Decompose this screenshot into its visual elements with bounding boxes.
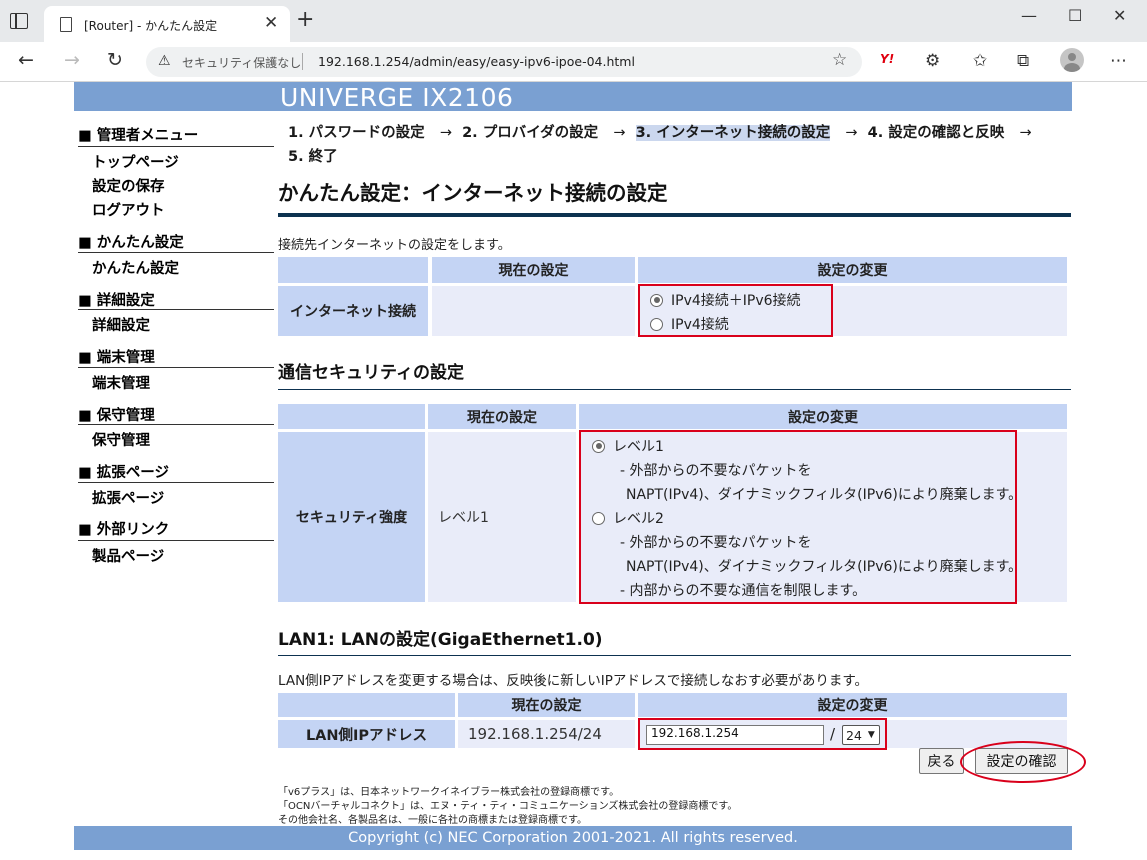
sidebar-item-product-page[interactable]: 製品ページ <box>92 545 164 566</box>
title-rule <box>278 213 1071 217</box>
back-button[interactable]: 戻る <box>919 748 964 774</box>
refresh-icon[interactable]: ↻ <box>107 49 123 71</box>
highlight-box <box>638 718 887 750</box>
page-title: かんたん設定：インターネット接続の設定 <box>278 181 668 205</box>
steps-breadcrumb: 1. パスワードの設定 → 2. プロバイダの設定 → 3. インターネット接続… <box>288 121 1032 142</box>
steps-breadcrumb-line2: 5. 終了 <box>288 145 338 166</box>
forward-arrow-icon: → <box>64 49 80 71</box>
divider <box>78 252 274 253</box>
step-provider: 2. プロバイダの設定 <box>462 125 599 141</box>
security-strength-label: セキュリティ強度 <box>278 432 425 602</box>
sidebar-item-top-page[interactable]: トップページ <box>92 151 179 172</box>
divider <box>78 540 274 541</box>
browser-tab-bar: [Router] - かんたん設定 ✕ + — ☐ ✕ <box>0 0 1147 42</box>
yahoo-extension-icon[interactable]: Y! <box>880 52 894 66</box>
security-current-value: レベル1 <box>428 432 576 602</box>
step-finish: 5. 終了 <box>288 149 338 165</box>
sidebar-heading-external: ■ 外部リンク <box>78 522 170 538</box>
security-label[interactable]: セキュリティ保護なし <box>182 54 301 71</box>
browser-tab[interactable]: [Router] - かんたん設定 ✕ <box>44 6 290 42</box>
minimize-icon[interactable]: — <box>1021 6 1037 25</box>
step-arrow-icon: → <box>613 125 626 141</box>
internet-connection-label: インターネット接続 <box>278 286 428 336</box>
table-header-change: 設定の変更 <box>579 404 1067 429</box>
url-text[interactable]: 192.168.1.254/admin/easy/easy-ipv6-ipoe-… <box>318 54 635 69</box>
collections-icon[interactable]: ⧉ <box>1017 51 1029 71</box>
sidebar-heading-admin: ■ 管理者メニュー <box>78 128 199 144</box>
table-header-blank <box>278 257 428 283</box>
lan-section-title: LAN1: LANの設定(GigaEthernet1.0) <box>278 630 603 650</box>
table-header-current: 現在の設定 <box>458 693 635 717</box>
sidebar-heading-extensions: ■ 拡張ページ <box>78 465 169 481</box>
highlight-oval <box>960 741 1086 783</box>
table-header-blank <box>278 693 455 717</box>
add-favorite-icon[interactable]: ☆ <box>832 50 847 70</box>
divider <box>302 53 303 70</box>
sidebar-item-easy-setup[interactable]: かんたん設定 <box>92 257 179 278</box>
product-name: UNIVERGE IX2106 <box>280 83 514 112</box>
page-description: 接続先インターネットの設定をします。 <box>278 238 511 253</box>
sidebar-item-advanced-setup[interactable]: 詳細設定 <box>92 314 150 335</box>
divider <box>78 482 274 483</box>
divider <box>78 424 274 425</box>
sidebar-heading-advanced: ■ 詳細設定 <box>78 293 155 309</box>
footnote: その他会社名、各製品名は、一般に各社の商標または登録商標です。 <box>278 815 587 826</box>
sidebar-heading-maintenance: ■ 保守管理 <box>78 408 155 424</box>
page-icon <box>60 17 72 32</box>
highlight-box <box>638 284 833 337</box>
back-arrow-icon[interactable]: ← <box>18 49 34 71</box>
footnote: 「OCNバーチャルコネクト」は、エヌ・ティ・ティ・コミュニケーションズ株式会社の… <box>278 801 738 812</box>
footer-copyright: Copyright (c) NEC Corporation 2001-2021.… <box>74 826 1072 850</box>
new-tab-icon[interactable]: + <box>296 9 314 31</box>
step-arrow-icon: → <box>1019 125 1032 141</box>
highlight-box <box>579 430 1017 604</box>
more-menu-icon[interactable]: ⋯ <box>1110 51 1127 71</box>
extensions-icon[interactable]: ⚙ <box>925 51 940 71</box>
table-header-change: 設定の変更 <box>638 257 1067 283</box>
divider <box>78 309 274 310</box>
section-rule <box>278 389 1071 390</box>
tab-close-icon[interactable]: ✕ <box>264 13 278 33</box>
step-arrow-icon: → <box>439 125 452 141</box>
table-header-current: 現在の設定 <box>428 404 576 429</box>
step-internet-current: 3. インターネット接続の設定 <box>635 125 831 141</box>
sidebar-item-extension-pages[interactable]: 拡張ページ <box>92 487 164 508</box>
step-confirm-apply: 4. 設定の確認と反映 <box>867 125 1005 141</box>
divider <box>78 367 274 368</box>
maximize-icon[interactable]: ☐ <box>1068 6 1082 25</box>
sidebar-item-device-management[interactable]: 端末管理 <box>92 372 150 393</box>
sidebar-item-logout[interactable]: ログアウト <box>92 199 165 220</box>
table-header-change: 設定の変更 <box>638 693 1067 717</box>
lan-ip-label: LAN側IPアドレス <box>278 720 455 748</box>
step-arrow-icon: → <box>845 125 858 141</box>
sidebar-toggle-icon[interactable] <box>10 13 28 29</box>
browser-toolbar: ← → ↻ ⚠ セキュリティ保護なし 192.168.1.254/admin/e… <box>0 42 1147 82</box>
sidebar-item-maintenance[interactable]: 保守管理 <box>92 429 150 450</box>
internet-current-value <box>432 286 635 336</box>
sidebar-item-save-config[interactable]: 設定の保存 <box>92 175 165 196</box>
address-bar[interactable]: ⚠ セキュリティ保護なし 192.168.1.254/admin/easy/ea… <box>146 47 862 77</box>
section-rule <box>278 655 1071 656</box>
window-close-icon[interactable]: ✕ <box>1113 6 1126 25</box>
divider <box>78 146 274 147</box>
warning-icon[interactable]: ⚠ <box>158 53 171 69</box>
sidebar-heading-devices: ■ 端末管理 <box>78 350 155 366</box>
lan-current-value: 192.168.1.254/24 <box>458 720 635 748</box>
header-band <box>74 82 1072 111</box>
table-header-blank <box>278 404 425 429</box>
favorites-icon[interactable]: ✩ <box>973 51 987 71</box>
step-password: 1. パスワードの設定 <box>288 125 425 141</box>
security-section-title: 通信セキュリティの設定 <box>278 363 464 383</box>
profile-avatar-icon[interactable] <box>1060 48 1084 72</box>
sidebar-heading-easy: ■ かんたん設定 <box>78 235 184 251</box>
tab-title: [Router] - かんたん設定 <box>84 19 218 33</box>
table-header-current: 現在の設定 <box>432 257 635 283</box>
footnote: 「v6プラス」は、日本ネットワークイネイブラー株式会社の登録商標です。 <box>278 787 620 798</box>
lan-description: LAN側IPアドレスを変更する場合は、反映後に新しいIPアドレスで接続しなおす必… <box>278 673 869 689</box>
